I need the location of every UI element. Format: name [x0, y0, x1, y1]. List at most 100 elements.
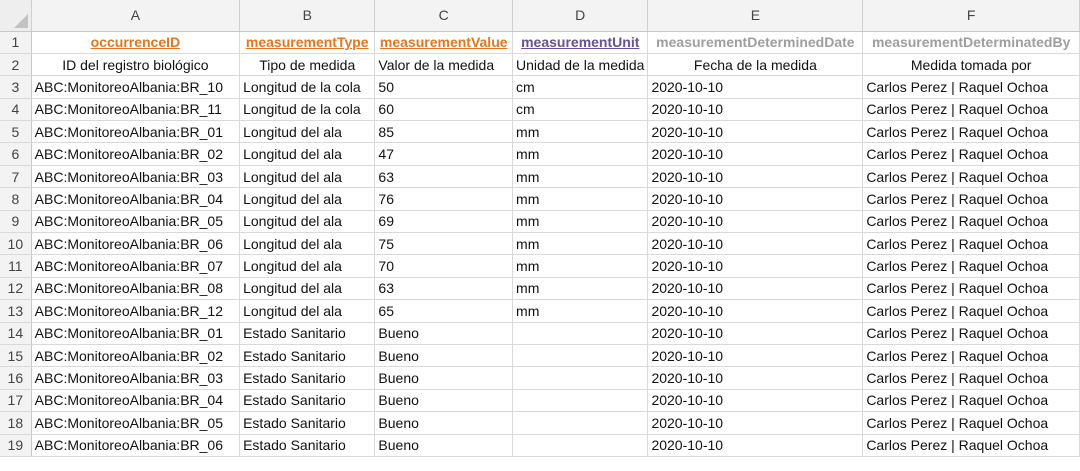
measured-by-cell[interactable]: Carlos Perez | Raquel Ochoa [862, 120, 1080, 144]
measurement-unit-cell[interactable] [512, 322, 649, 345]
measurement-type-cell[interactable]: Longitud de la cola [239, 98, 376, 122]
measurement-unit-cell[interactable]: mm [512, 165, 649, 189]
measurement-date-cell[interactable]: 2020-10-10 [647, 411, 864, 435]
header-cell-measurement-determined-date[interactable]: measurementDeterminedDate [647, 31, 864, 54]
measurement-date-cell[interactable]: 2020-10-10 [647, 277, 864, 301]
measurement-unit-cell[interactable] [512, 411, 649, 435]
measurement-date-cell[interactable]: 2020-10-10 [647, 254, 864, 278]
label-cell[interactable]: Valor de la medida [374, 53, 514, 77]
label-cell[interactable]: Fecha de la medida [647, 53, 864, 77]
measurement-value-cell[interactable]: 50 [374, 75, 514, 99]
measurement-date-cell[interactable]: 2020-10-10 [647, 232, 864, 256]
column-header-d[interactable]: D [512, 0, 649, 32]
row-number[interactable]: 9 [0, 210, 32, 234]
row-number[interactable]: 11 [0, 254, 32, 278]
measurement-date-cell[interactable]: 2020-10-10 [647, 389, 864, 413]
row-number[interactable]: 10 [0, 232, 32, 256]
header-cell-measurement-determinated-by[interactable]: measurementDeterminatedBy [862, 31, 1080, 54]
column-header-b[interactable]: B [239, 0, 376, 32]
measurement-value-cell[interactable]: 75 [374, 232, 514, 256]
column-header-c[interactable]: C [374, 0, 514, 32]
measurement-date-cell[interactable]: 2020-10-10 [647, 366, 864, 390]
row-number[interactable]: 15 [0, 344, 32, 368]
measurement-type-cell[interactable]: Longitud del ala [239, 187, 376, 211]
occurrence-id-cell[interactable]: ABC:MonitoreoAlbania:BR_06 [31, 434, 241, 457]
measurement-value-cell[interactable]: Bueno [374, 389, 514, 413]
measurement-type-cell[interactable]: Estado Sanitario [239, 366, 376, 390]
occurrence-id-cell[interactable]: ABC:MonitoreoAlbania:BR_01 [31, 120, 241, 144]
occurrence-id-cell[interactable]: ABC:MonitoreoAlbania:BR_05 [31, 411, 241, 435]
row-number[interactable]: 6 [0, 142, 32, 166]
measurement-date-cell[interactable]: 2020-10-10 [647, 299, 864, 323]
row-number[interactable]: 1 [0, 31, 32, 54]
measurement-value-cell[interactable]: 47 [374, 142, 514, 166]
row-number[interactable]: 19 [0, 434, 32, 457]
measured-by-cell[interactable]: Carlos Perez | Raquel Ochoa [862, 389, 1080, 413]
measurement-unit-cell[interactable]: cm [512, 75, 649, 99]
occurrence-id-cell[interactable]: ABC:MonitoreoAlbania:BR_03 [31, 366, 241, 390]
row-number[interactable]: 16 [0, 366, 32, 390]
measurement-value-cell[interactable]: 65 [374, 299, 514, 323]
measurement-value-cell[interactable]: 85 [374, 120, 514, 144]
measured-by-cell[interactable]: Carlos Perez | Raquel Ochoa [862, 344, 1080, 368]
measurement-value-cell[interactable]: 63 [374, 165, 514, 189]
measurement-value-cell[interactable]: Bueno [374, 322, 514, 345]
row-number[interactable]: 18 [0, 411, 32, 435]
measured-by-cell[interactable]: Carlos Perez | Raquel Ochoa [862, 142, 1080, 166]
occurrence-id-cell[interactable]: ABC:MonitoreoAlbania:BR_04 [31, 187, 241, 211]
measurement-unit-cell[interactable] [512, 389, 649, 413]
select-all-corner[interactable] [0, 0, 32, 32]
measured-by-cell[interactable]: Carlos Perez | Raquel Ochoa [862, 366, 1080, 390]
measurement-type-cell[interactable]: Estado Sanitario [239, 322, 376, 345]
measurement-type-cell[interactable]: Longitud del ala [239, 232, 376, 256]
occurrence-id-cell[interactable]: ABC:MonitoreoAlbania:BR_11 [31, 98, 241, 122]
row-number[interactable]: 2 [0, 53, 32, 77]
row-number[interactable]: 14 [0, 322, 32, 345]
measured-by-cell[interactable]: Carlos Perez | Raquel Ochoa [862, 254, 1080, 278]
measurement-unit-cell[interactable]: mm [512, 187, 649, 211]
measured-by-cell[interactable]: Carlos Perez | Raquel Ochoa [862, 322, 1080, 345]
measurement-type-cell[interactable]: Longitud del ala [239, 120, 376, 144]
measurement-value-cell[interactable]: 70 [374, 254, 514, 278]
measurement-type-cell[interactable]: Longitud del ala [239, 299, 376, 323]
measurement-type-cell[interactable]: Longitud de la cola [239, 75, 376, 99]
row-number[interactable]: 4 [0, 98, 32, 122]
measurement-date-cell[interactable]: 2020-10-10 [647, 344, 864, 368]
occurrence-id-cell[interactable]: ABC:MonitoreoAlbania:BR_02 [31, 142, 241, 166]
measurement-unit-cell[interactable] [512, 344, 649, 368]
measurement-unit-cell[interactable]: mm [512, 120, 649, 144]
measurement-unit-cell[interactable] [512, 366, 649, 390]
measurement-unit-cell[interactable]: mm [512, 299, 649, 323]
measured-by-cell[interactable]: Carlos Perez | Raquel Ochoa [862, 165, 1080, 189]
column-header-a[interactable]: A [31, 0, 241, 32]
occurrence-id-cell[interactable]: ABC:MonitoreoAlbania:BR_07 [31, 254, 241, 278]
label-cell[interactable]: Unidad de la medida [512, 53, 649, 77]
row-number[interactable]: 12 [0, 277, 32, 301]
column-header-e[interactable]: E [647, 0, 864, 32]
measured-by-cell[interactable]: Carlos Perez | Raquel Ochoa [862, 299, 1080, 323]
measurement-unit-cell[interactable]: mm [512, 277, 649, 301]
measurement-value-cell[interactable]: 76 [374, 187, 514, 211]
occurrence-id-cell[interactable]: ABC:MonitoreoAlbania:BR_06 [31, 232, 241, 256]
occurrence-id-cell[interactable]: ABC:MonitoreoAlbania:BR_01 [31, 322, 241, 345]
measurement-date-cell[interactable]: 2020-10-10 [647, 187, 864, 211]
occurrence-id-cell[interactable]: ABC:MonitoreoAlbania:BR_03 [31, 165, 241, 189]
measured-by-cell[interactable]: Carlos Perez | Raquel Ochoa [862, 210, 1080, 234]
measurement-value-cell[interactable]: Bueno [374, 366, 514, 390]
measurement-type-cell[interactable]: Estado Sanitario [239, 434, 376, 457]
occurrence-id-cell[interactable]: ABC:MonitoreoAlbania:BR_02 [31, 344, 241, 368]
measurement-type-cell[interactable]: Longitud del ala [239, 165, 376, 189]
column-header-f[interactable]: F [862, 0, 1080, 32]
header-cell-occurrence-id[interactable]: occurrenceID [31, 31, 241, 54]
measurement-date-cell[interactable]: 2020-10-10 [647, 142, 864, 166]
occurrence-id-cell[interactable]: ABC:MonitoreoAlbania:BR_05 [31, 210, 241, 234]
measurement-unit-cell[interactable]: mm [512, 254, 649, 278]
measurement-type-cell[interactable]: Estado Sanitario [239, 344, 376, 368]
measurement-type-cell[interactable]: Estado Sanitario [239, 411, 376, 435]
occurrence-id-cell[interactable]: ABC:MonitoreoAlbania:BR_10 [31, 75, 241, 99]
occurrence-id-cell[interactable]: ABC:MonitoreoAlbania:BR_12 [31, 299, 241, 323]
measurement-type-cell[interactable]: Longitud del ala [239, 142, 376, 166]
header-cell-measurement-unit[interactable]: measurementUnit [512, 31, 649, 54]
measurement-date-cell[interactable]: 2020-10-10 [647, 98, 864, 122]
label-cell[interactable]: Medida tomada por [862, 53, 1080, 77]
